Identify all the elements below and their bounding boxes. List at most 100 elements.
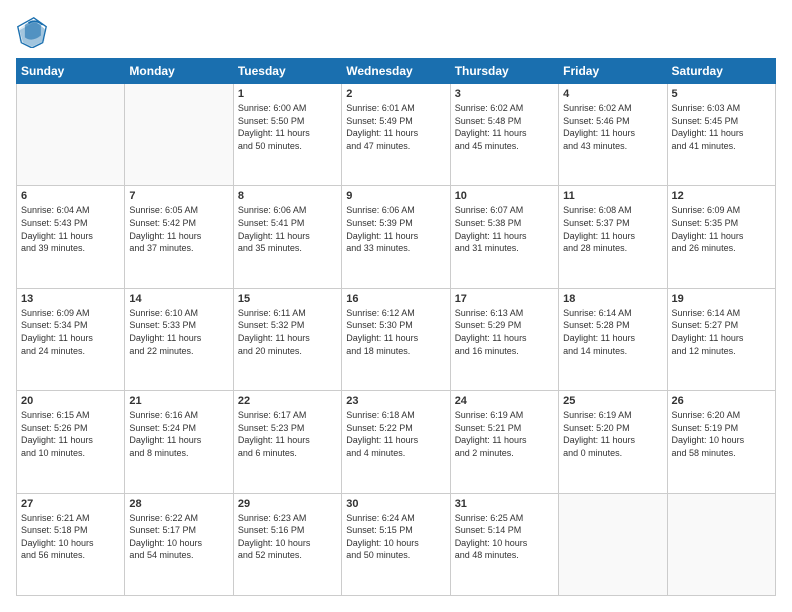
cell-info: Sunrise: 6:20 AM Sunset: 5:19 PM Dayligh… [672, 409, 771, 459]
day-number: 17 [455, 293, 554, 305]
cell-info: Sunrise: 6:23 AM Sunset: 5:16 PM Dayligh… [238, 512, 337, 562]
calendar-cell: 15Sunrise: 6:11 AM Sunset: 5:32 PM Dayli… [233, 288, 341, 390]
day-number: 31 [455, 498, 554, 510]
calendar-cell: 16 Sunrise: 6:12 AM Sunset: 5:30 PM Dayli… [342, 288, 450, 390]
cell-info: Sunrise: 6:25 AM Sunset: 5:14 PM Dayligh… [455, 512, 554, 562]
calendar-cell: 4Sunrise: 6:02 AM Sunset: 5:46 PM Daylig… [559, 84, 667, 186]
cell-info: Sunrise: 6:15 AM Sunset: 5:26 PM Dayligh… [21, 409, 120, 459]
day-number: 7 [129, 190, 228, 202]
day-number: 22 [238, 395, 337, 407]
calendar-cell: 7 Sunrise: 6:05 AM Sunset: 5:42 PM Daylig… [125, 186, 233, 288]
week-row-1: 6 Sunrise: 6:04 AM Sunset: 5:43 PM Daylig… [17, 186, 776, 288]
day-number: 5 [672, 88, 771, 100]
calendar-cell: 31 Sunrise: 6:25 AM Sunset: 5:14 PM Dayli… [450, 493, 558, 595]
cell-info: Sunrise: 6:04 AM Sunset: 5:43 PM Dayligh… [21, 204, 120, 254]
day-number: 6 [21, 190, 120, 202]
day-number: 21 [129, 395, 228, 407]
cell-info: Sunrise: 6:16 AM Sunset: 5:24 PM Dayligh… [129, 409, 228, 459]
cell-info: Sunrise: 6:08 AM Sunset: 5:37 PM Dayligh… [563, 204, 662, 254]
calendar-cell: 27Sunrise: 6:21 AM Sunset: 5:18 PM Dayli… [17, 493, 125, 595]
cell-info: Sunrise: 6:02 AM Sunset: 5:48 PM Dayligh… [455, 102, 554, 152]
day-number: 16 [346, 293, 445, 305]
cell-info: Sunrise: 6:06 AM Sunset: 5:39 PM Dayligh… [346, 204, 445, 254]
day-header-saturday: Saturday [667, 59, 775, 84]
day-header-thursday: Thursday [450, 59, 558, 84]
week-row-0: 1 Sunrise: 6:00 AM Sunset: 5:50 PM Daylig… [17, 84, 776, 186]
day-number: 1 [238, 88, 337, 100]
calendar-cell: 14 Sunrise: 6:10 AM Sunset: 5:33 PM Dayli… [125, 288, 233, 390]
day-number: 29 [238, 498, 337, 510]
day-header-sunday: Sunday [17, 59, 125, 84]
day-number: 18 [563, 293, 662, 305]
cell-info: Sunrise: 6:05 AM Sunset: 5:42 PM Dayligh… [129, 204, 228, 254]
week-row-3: 20 Sunrise: 6:15 AM Sunset: 5:26 PM Dayli… [17, 391, 776, 493]
day-number: 20 [21, 395, 120, 407]
page: SundayMondayTuesdayWednesdayThursdayFrid… [0, 0, 792, 612]
calendar-cell [667, 493, 775, 595]
calendar-cell: 25 Sunrise: 6:19 AM Sunset: 5:20 PM Dayli… [559, 391, 667, 493]
day-number: 14 [129, 293, 228, 305]
calendar-cell [17, 84, 125, 186]
calendar-cell: 2 Sunrise: 6:01 AM Sunset: 5:49 PM Daylig… [342, 84, 450, 186]
calendar-cell [559, 493, 667, 595]
cell-info: Sunrise: 6:07 AM Sunset: 5:38 PM Dayligh… [455, 204, 554, 254]
calendar-cell: 3 Sunrise: 6:02 AM Sunset: 5:48 PM Daylig… [450, 84, 558, 186]
calendar-cell: 28 Sunrise: 6:22 AM Sunset: 5:17 PM Dayli… [125, 493, 233, 595]
day-number: 9 [346, 190, 445, 202]
day-number: 10 [455, 190, 554, 202]
day-number: 28 [129, 498, 228, 510]
cell-info: Sunrise: 6:17 AM Sunset: 5:23 PM Dayligh… [238, 409, 337, 459]
cell-info: Sunrise: 6:14 AM Sunset: 5:27 PM Dayligh… [672, 307, 771, 357]
header [16, 16, 776, 48]
cell-info: Sunrise: 6:06 AM Sunset: 5:41 PM Dayligh… [238, 204, 337, 254]
cell-info: Sunrise: 6:09 AM Sunset: 5:34 PM Dayligh… [21, 307, 120, 357]
day-header-friday: Friday [559, 59, 667, 84]
cell-info: Sunrise: 6:19 AM Sunset: 5:21 PM Dayligh… [455, 409, 554, 459]
calendar-cell: 17Sunrise: 6:13 AM Sunset: 5:29 PM Dayli… [450, 288, 558, 390]
calendar-cell: 20 Sunrise: 6:15 AM Sunset: 5:26 PM Dayli… [17, 391, 125, 493]
week-row-4: 27Sunrise: 6:21 AM Sunset: 5:18 PM Dayli… [17, 493, 776, 595]
day-number: 30 [346, 498, 445, 510]
day-number: 2 [346, 88, 445, 100]
calendar-cell: 30 Sunrise: 6:24 AM Sunset: 5:15 PM Dayli… [342, 493, 450, 595]
cell-info: Sunrise: 6:12 AM Sunset: 5:30 PM Dayligh… [346, 307, 445, 357]
day-number: 24 [455, 395, 554, 407]
cell-info: Sunrise: 6:03 AM Sunset: 5:45 PM Dayligh… [672, 102, 771, 152]
day-number: 23 [346, 395, 445, 407]
cell-info: Sunrise: 6:10 AM Sunset: 5:33 PM Dayligh… [129, 307, 228, 357]
calendar-cell: 6 Sunrise: 6:04 AM Sunset: 5:43 PM Daylig… [17, 186, 125, 288]
days-header-row: SundayMondayTuesdayWednesdayThursdayFrid… [17, 59, 776, 84]
calendar-cell: 21 Sunrise: 6:16 AM Sunset: 5:24 PM Dayli… [125, 391, 233, 493]
calendar-cell: 19 Sunrise: 6:14 AM Sunset: 5:27 PM Dayli… [667, 288, 775, 390]
cell-info: Sunrise: 6:19 AM Sunset: 5:20 PM Dayligh… [563, 409, 662, 459]
calendar-cell: 12Sunrise: 6:09 AM Sunset: 5:35 PM Dayli… [667, 186, 775, 288]
calendar-table: SundayMondayTuesdayWednesdayThursdayFrid… [16, 58, 776, 596]
day-number: 11 [563, 190, 662, 202]
day-header-tuesday: Tuesday [233, 59, 341, 84]
calendar-cell: 9 Sunrise: 6:06 AM Sunset: 5:39 PM Daylig… [342, 186, 450, 288]
cell-info: Sunrise: 6:00 AM Sunset: 5:50 PM Dayligh… [238, 102, 337, 152]
calendar-cell: 29 Sunrise: 6:23 AM Sunset: 5:16 PM Dayli… [233, 493, 341, 595]
day-number: 25 [563, 395, 662, 407]
day-header-monday: Monday [125, 59, 233, 84]
cell-info: Sunrise: 6:18 AM Sunset: 5:22 PM Dayligh… [346, 409, 445, 459]
day-header-wednesday: Wednesday [342, 59, 450, 84]
cell-info: Sunrise: 6:22 AM Sunset: 5:17 PM Dayligh… [129, 512, 228, 562]
day-number: 19 [672, 293, 771, 305]
day-number: 8 [238, 190, 337, 202]
cell-info: Sunrise: 6:14 AM Sunset: 5:28 PM Dayligh… [563, 307, 662, 357]
week-row-2: 13Sunrise: 6:09 AM Sunset: 5:34 PM Dayli… [17, 288, 776, 390]
logo [16, 16, 52, 48]
cell-info: Sunrise: 6:11 AM Sunset: 5:32 PM Dayligh… [238, 307, 337, 357]
calendar-cell: 8 Sunrise: 6:06 AM Sunset: 5:41 PM Daylig… [233, 186, 341, 288]
cell-info: Sunrise: 6:01 AM Sunset: 5:49 PM Dayligh… [346, 102, 445, 152]
day-number: 3 [455, 88, 554, 100]
day-number: 12 [672, 190, 771, 202]
calendar-cell: 5 Sunrise: 6:03 AM Sunset: 5:45 PM Daylig… [667, 84, 775, 186]
calendar-cell: 1 Sunrise: 6:00 AM Sunset: 5:50 PM Daylig… [233, 84, 341, 186]
logo-icon [16, 16, 48, 48]
day-number: 27 [21, 498, 120, 510]
calendar-cell: 18 Sunrise: 6:14 AM Sunset: 5:28 PM Dayli… [559, 288, 667, 390]
cell-info: Sunrise: 6:24 AM Sunset: 5:15 PM Dayligh… [346, 512, 445, 562]
cell-info: Sunrise: 6:02 AM Sunset: 5:46 PM Dayligh… [563, 102, 662, 152]
